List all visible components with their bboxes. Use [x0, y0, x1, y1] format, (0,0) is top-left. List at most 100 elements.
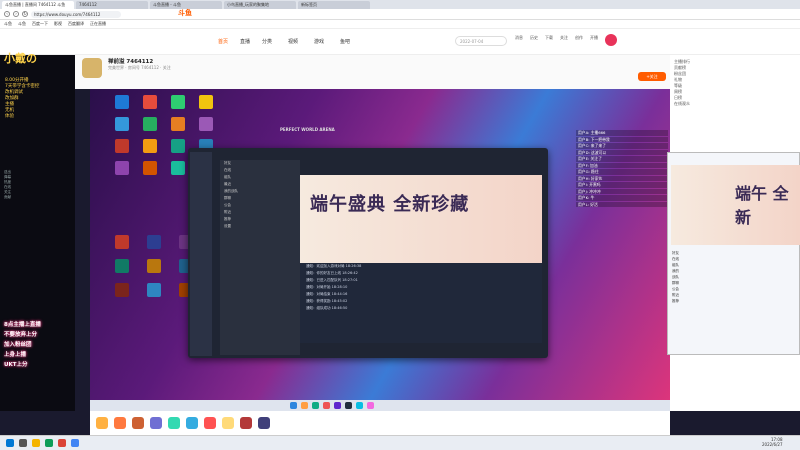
- forward-icon[interactable]: ›: [13, 11, 19, 17]
- list-item[interactable]: 附近: [220, 209, 300, 216]
- app-icon: [115, 259, 129, 273]
- game-friend-list: 好友 在线 组队 最近 我的战队 群聊 公会 附近 推荐 设置: [220, 160, 300, 355]
- taskbar-icon: [334, 402, 341, 409]
- chat-message: 用户E: 关注了: [576, 156, 668, 162]
- gift-icon[interactable]: [258, 417, 270, 429]
- url-input[interactable]: https://www.douyu.com/7464112: [31, 10, 121, 18]
- floating-banner-text: 端午 全新: [735, 184, 789, 227]
- nav-item-home[interactable]: 首页: [218, 38, 228, 45]
- list-item[interactable]: 设置: [220, 223, 300, 230]
- list-item[interactable]: 公会: [220, 202, 300, 209]
- start-icon[interactable]: [6, 439, 14, 447]
- system-clock[interactable]: 17:08 2022/6/27: [762, 437, 783, 447]
- message-icon[interactable]: 消息: [514, 35, 524, 50]
- address-bar: ‹ › ↻ https://www.douyu.com/7464112: [0, 9, 800, 20]
- room-meta: 完美世界 · 房间号 7464112 · 关注: [108, 65, 171, 70]
- bookmark-item[interactable]: 百度翻译: [68, 21, 84, 27]
- streamer-avatar[interactable]: [82, 58, 102, 78]
- follow-button[interactable]: +关注: [638, 72, 666, 81]
- browser-tab-bar: 斗鱼直播 | 直播间 7464112 斗鱼 7464112 斗鱼直播 - 斗鱼 …: [0, 0, 800, 9]
- history-icon[interactable]: 历史: [529, 35, 539, 50]
- clock-date: 2022/6/27: [762, 442, 783, 447]
- app-icon: [143, 161, 157, 175]
- chat-message: 用户I: 开黑吗: [576, 182, 668, 188]
- refresh-icon[interactable]: ↻: [22, 11, 28, 17]
- back-icon[interactable]: ‹: [4, 11, 10, 17]
- nav-item-video[interactable]: 视频: [288, 38, 298, 45]
- browser-tab[interactable]: 小鸟直播_玩家的聚集地: [224, 1, 296, 9]
- banner-headline: 端午盛典 全新珍藏: [310, 194, 470, 215]
- stat-label: 贡献: [4, 195, 11, 199]
- site-header: [0, 29, 800, 55]
- bookmark-item[interactable]: 斗鱼: [4, 21, 12, 27]
- gift-bar: [90, 411, 670, 435]
- chat-message: 用户G: 稳住: [576, 169, 668, 175]
- list-item[interactable]: 在线: [220, 167, 300, 174]
- app-icon[interactable]: [71, 439, 79, 447]
- taskbar-icon: [323, 402, 330, 409]
- browser-tab[interactable]: 7464112: [76, 1, 148, 9]
- gift-icon[interactable]: [204, 417, 216, 429]
- app-icon: [147, 235, 161, 249]
- chat-message: 用户H: 好家伙: [576, 175, 668, 181]
- app-icon: [115, 139, 129, 153]
- list-item: 通知：组队成功 18:46:50: [306, 306, 348, 310]
- app-icon: [147, 283, 161, 297]
- nav-item-game[interactable]: 游戏: [314, 38, 324, 45]
- app-icon: [171, 139, 185, 153]
- gift-icon[interactable]: [132, 417, 144, 429]
- room-info-bar: [75, 55, 670, 89]
- search-input[interactable]: 2022-07-04: [455, 36, 507, 46]
- bookmark-item[interactable]: 影视: [54, 21, 62, 27]
- list-item[interactable]: 推荐: [672, 298, 732, 304]
- taskbar-icon: [356, 402, 363, 409]
- bookmark-item[interactable]: 百度一下: [32, 21, 48, 27]
- avatar[interactable]: [605, 34, 617, 46]
- gift-icon[interactable]: [240, 417, 252, 429]
- app-icon: [143, 139, 157, 153]
- gift-icon[interactable]: [114, 417, 126, 429]
- search-icon[interactable]: [19, 439, 27, 447]
- download-icon[interactable]: 下载: [544, 35, 554, 50]
- go-live-icon[interactable]: 开播: [589, 35, 599, 50]
- app-icon[interactable]: [58, 439, 66, 447]
- gift-message: 上身上播: [4, 352, 27, 358]
- overlay-gift-messages: 8点主播上直播 不要放弃上分 加入粉丝团 上身上播 UKT上分: [4, 320, 104, 370]
- gift-icon[interactable]: [96, 417, 108, 429]
- gift-icon[interactable]: [168, 417, 180, 429]
- list-item[interactable]: 推荐: [220, 216, 300, 223]
- app-icon: [115, 283, 129, 297]
- os-taskbar: [0, 435, 800, 450]
- game-window-title: PERFECT WORLD ARENA: [280, 127, 335, 132]
- gift-icon[interactable]: [186, 417, 198, 429]
- chat-message: 用户F: 加油: [576, 162, 668, 168]
- browser-tab[interactable]: 新标签页: [298, 1, 370, 9]
- list-item: 通知：获得奖励 18:45:02: [306, 299, 348, 303]
- app-icon: [115, 117, 129, 131]
- list-item[interactable]: 好友: [220, 160, 300, 167]
- create-icon[interactable]: 创作: [574, 35, 584, 50]
- panel-item[interactable]: 在线观众: [670, 101, 800, 107]
- list-item[interactable]: 群聊: [220, 195, 300, 202]
- nav-item-live[interactable]: 直播: [240, 38, 250, 45]
- gift-icon[interactable]: [150, 417, 162, 429]
- browser-icon[interactable]: [45, 439, 53, 447]
- taskbar-icon: [345, 402, 352, 409]
- list-item[interactable]: 最近: [220, 181, 300, 188]
- site-logo[interactable]: 斗鱼: [178, 8, 192, 18]
- nav-item-category[interactable]: 分类: [262, 38, 272, 45]
- folder-icon[interactable]: [32, 439, 40, 447]
- bookmark-item[interactable]: 斗鱼: [18, 21, 26, 27]
- browser-tab[interactable]: 斗鱼直播 | 直播间 7464112 斗鱼: [2, 1, 74, 9]
- event-banner[interactable]: [300, 175, 542, 263]
- overlay-title: 小戴の: [4, 52, 37, 65]
- game-sidebar: [190, 152, 212, 356]
- list-item[interactable]: 组队: [220, 174, 300, 181]
- taskbar-icon: [301, 402, 308, 409]
- follow-icon[interactable]: 关注: [559, 35, 569, 50]
- list-item[interactable]: 我的战队: [220, 188, 300, 195]
- nav-item-fishbar[interactable]: 鱼吧: [340, 38, 350, 45]
- bookmark-item[interactable]: 正在直播: [90, 21, 106, 27]
- app-icon: [171, 117, 185, 131]
- gift-icon[interactable]: [222, 417, 234, 429]
